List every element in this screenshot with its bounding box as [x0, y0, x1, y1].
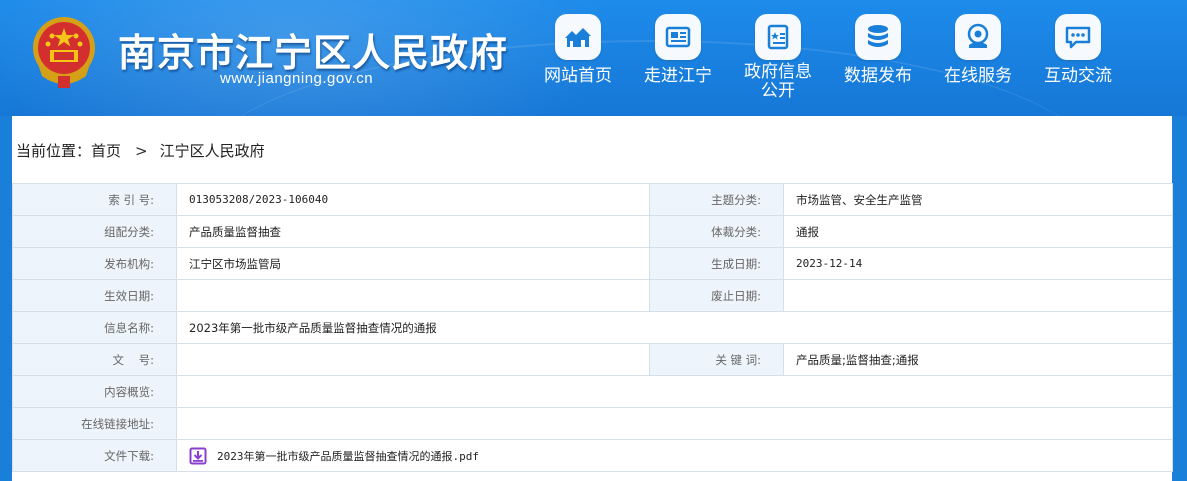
group-label: 组配分类: — [12, 215, 177, 248]
group-value: 产品质量监督抽查 — [176, 215, 650, 248]
name-value: 2023年第一批市级产品质量监督抽查情况的通报 — [176, 311, 1173, 344]
effective-label: 生效日期: — [12, 279, 177, 312]
genre-value: 通报 — [783, 215, 1173, 248]
nav-label-interaction: 互动交流 — [1044, 66, 1112, 86]
docno-label: 文 号: — [12, 343, 177, 376]
keywords-label: 关 键 词: — [649, 343, 784, 376]
nav-label-line2: 公开 — [761, 81, 795, 101]
nav-label-data: 数据发布 — [844, 66, 912, 86]
breadcrumb: 当前位置：首页 > 江宁区人民政府 — [16, 140, 265, 161]
table-row: 文件下载: 2023年第一批市级产品质量监督抽查情况的通报.pdf — [12, 439, 1173, 472]
site-url[interactable]: www.jiangning.gov.cn — [220, 70, 373, 87]
repeal-value — [783, 279, 1173, 312]
nav-label-info-disclosure: 政府信息 公开 — [728, 63, 828, 101]
nav-item-info-disclosure[interactable]: 政府信息 公开 — [728, 14, 828, 110]
name-label: 信息名称: — [12, 311, 177, 344]
breadcrumb-home-link[interactable]: 首页 — [91, 140, 121, 161]
nav-item-online-service[interactable]: 在线服务 — [928, 14, 1028, 110]
org-value: 江宁区市场监管局 — [176, 247, 650, 280]
org-label: 发布机构: — [12, 247, 177, 280]
topic-value: 市场监管、安全生产监管 — [783, 183, 1173, 216]
site-header: 南京市江宁区人民政府 www.jiangning.gov.cn 网站首页 走进江… — [0, 0, 1187, 116]
table-row: 内容概览: — [12, 375, 1173, 408]
nav-item-data[interactable]: 数据发布 — [828, 14, 928, 110]
document-icon — [755, 14, 801, 60]
topic-label: 主题分类: — [649, 183, 784, 216]
index-value: 013053208/2023-106040 — [176, 183, 650, 216]
nav-item-interaction[interactable]: 互动交流 — [1028, 14, 1128, 110]
table-row: 在线链接地址: — [12, 407, 1173, 440]
breadcrumb-current[interactable]: 江宁区人民政府 — [160, 140, 265, 161]
site-title[interactable]: 南京市江宁区人民政府 — [118, 22, 508, 77]
database-icon — [855, 14, 901, 60]
newspaper-icon — [655, 14, 701, 60]
breadcrumb-separator: > — [135, 142, 148, 160]
table-row: 索 引 号: 013053208/2023-106040 主题分类: 市场监管、… — [12, 183, 1173, 216]
docno-value — [176, 343, 650, 376]
nav-item-about[interactable]: 走进江宁 — [628, 14, 728, 110]
main-content: 当前位置：首页 > 江宁区人民政府 索 引 号: 013053208/2023-10… — [12, 116, 1173, 481]
created-value: 2023-12-14 — [783, 247, 1173, 280]
table-row: 组配分类: 产品质量监督抽查 体裁分类: 通报 — [12, 215, 1173, 248]
summary-label: 内容概览: — [12, 375, 177, 408]
download-icon — [189, 447, 207, 464]
info-table: 索 引 号: 013053208/2023-106040 主题分类: 市场监管、… — [12, 183, 1173, 472]
effective-value — [176, 279, 650, 312]
nav-label-online-service: 在线服务 — [944, 66, 1012, 86]
chat-icon — [1055, 14, 1101, 60]
service-icon — [955, 14, 1001, 60]
table-row: 信息名称: 2023年第一批市级产品质量监督抽查情况的通报 — [12, 311, 1173, 344]
nav-label-line1: 政府信息 — [744, 62, 812, 82]
download-filename[interactable]: 2023年第一批市级产品质量监督抽查情况的通报.pdf — [217, 448, 479, 464]
table-row: 发布机构: 江宁区市场监管局 生成日期: 2023-12-14 — [12, 247, 1173, 280]
created-label: 生成日期: — [649, 247, 784, 280]
nav-item-home[interactable]: 网站首页 — [528, 14, 628, 110]
file-download-link[interactable]: 2023年第一批市级产品质量监督抽查情况的通报.pdf — [189, 447, 1172, 465]
nav-label-about: 走进江宁 — [644, 66, 712, 86]
main-nav: 网站首页 走进江宁 政府信息 公开 数据发布 在线服务 互动交流 — [528, 0, 1187, 116]
link-label: 在线链接地址: — [12, 407, 177, 440]
table-row: 生效日期: 废止日期: — [12, 279, 1173, 312]
nav-label-home: 网站首页 — [544, 66, 612, 86]
home-icon — [555, 14, 601, 60]
genre-label: 体裁分类: — [649, 215, 784, 248]
index-label: 索 引 号: — [12, 183, 177, 216]
table-row: 文 号: 关 键 词: 产品质量;监督抽查;通报 — [12, 343, 1173, 376]
breadcrumb-prefix: 当前位置： — [16, 142, 92, 160]
keywords-value: 产品质量;监督抽查;通报 — [783, 343, 1173, 376]
summary-value — [176, 375, 1173, 408]
national-emblem-icon[interactable] — [28, 14, 100, 92]
download-label: 文件下载: — [12, 439, 177, 472]
link-value — [176, 407, 1173, 440]
download-cell: 2023年第一批市级产品质量监督抽查情况的通报.pdf — [176, 439, 1173, 472]
repeal-label: 废止日期: — [649, 279, 784, 312]
